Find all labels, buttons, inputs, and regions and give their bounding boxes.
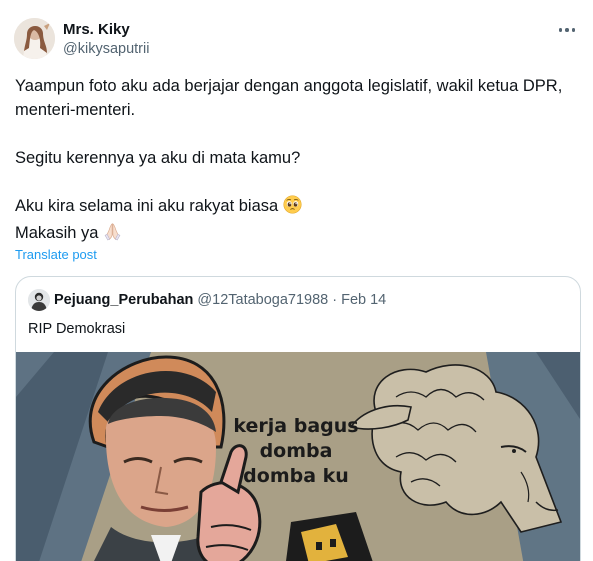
- quoted-meme-image[interactable]: kerja bagus domba domba ku: [16, 352, 580, 561]
- tweet-line-3-row: Aku kira selama ini aku rakyat biasa: [15, 194, 575, 221]
- tweet-line-1: Yaampun foto aku ada berjajar dengan ang…: [15, 77, 563, 119]
- tweet-line-2: Segitu kerennya ya aku di mata kamu?: [15, 149, 301, 167]
- more-options-button[interactable]: [555, 20, 579, 40]
- author-handle[interactable]: @kikysaputrii: [63, 39, 149, 59]
- more-dots-icon: [558, 28, 563, 32]
- translate-post-link[interactable]: Translate post: [15, 247, 97, 263]
- quoted-header: Pejuang_Perubahan @12Tataboga71988 · Feb…: [28, 289, 386, 311]
- quoted-avatar[interactable]: [28, 289, 50, 311]
- quoted-separator: ·: [332, 292, 338, 308]
- author-display-name[interactable]: Mrs. Kiky: [63, 20, 149, 39]
- author-avatar[interactable]: [14, 18, 55, 59]
- tweet-line-4: Makasih ya: [15, 224, 99, 242]
- quoted-date[interactable]: Feb 14: [341, 292, 386, 308]
- tweet-line-3: Aku kira selama ini aku rakyat biasa: [15, 197, 279, 215]
- meme-caption: kerja bagus domba domba ku: [233, 415, 359, 487]
- folded-hands-icon: [103, 222, 122, 248]
- tweet-header: Mrs. Kiky @kikysaputrii: [14, 18, 581, 62]
- author-names: Mrs. Kiky @kikysaputrii: [63, 20, 149, 59]
- pleading-face-icon: [283, 195, 302, 221]
- tweet-line-4-row: Makasih ya: [15, 221, 575, 248]
- quoted-handle[interactable]: @12Tataboga71988: [197, 292, 328, 308]
- tweet-text: Yaampun foto aku ada berjajar dengan ang…: [15, 74, 575, 248]
- tweet-card: Mrs. Kiky @kikysaputrii Yaampun foto aku…: [0, 0, 593, 561]
- quoted-text: RIP Demokrasi: [28, 321, 126, 337]
- quoted-display-name[interactable]: Pejuang_Perubahan: [54, 292, 193, 308]
- quoted-tweet[interactable]: Pejuang_Perubahan @12Tataboga71988 · Feb…: [15, 276, 581, 561]
